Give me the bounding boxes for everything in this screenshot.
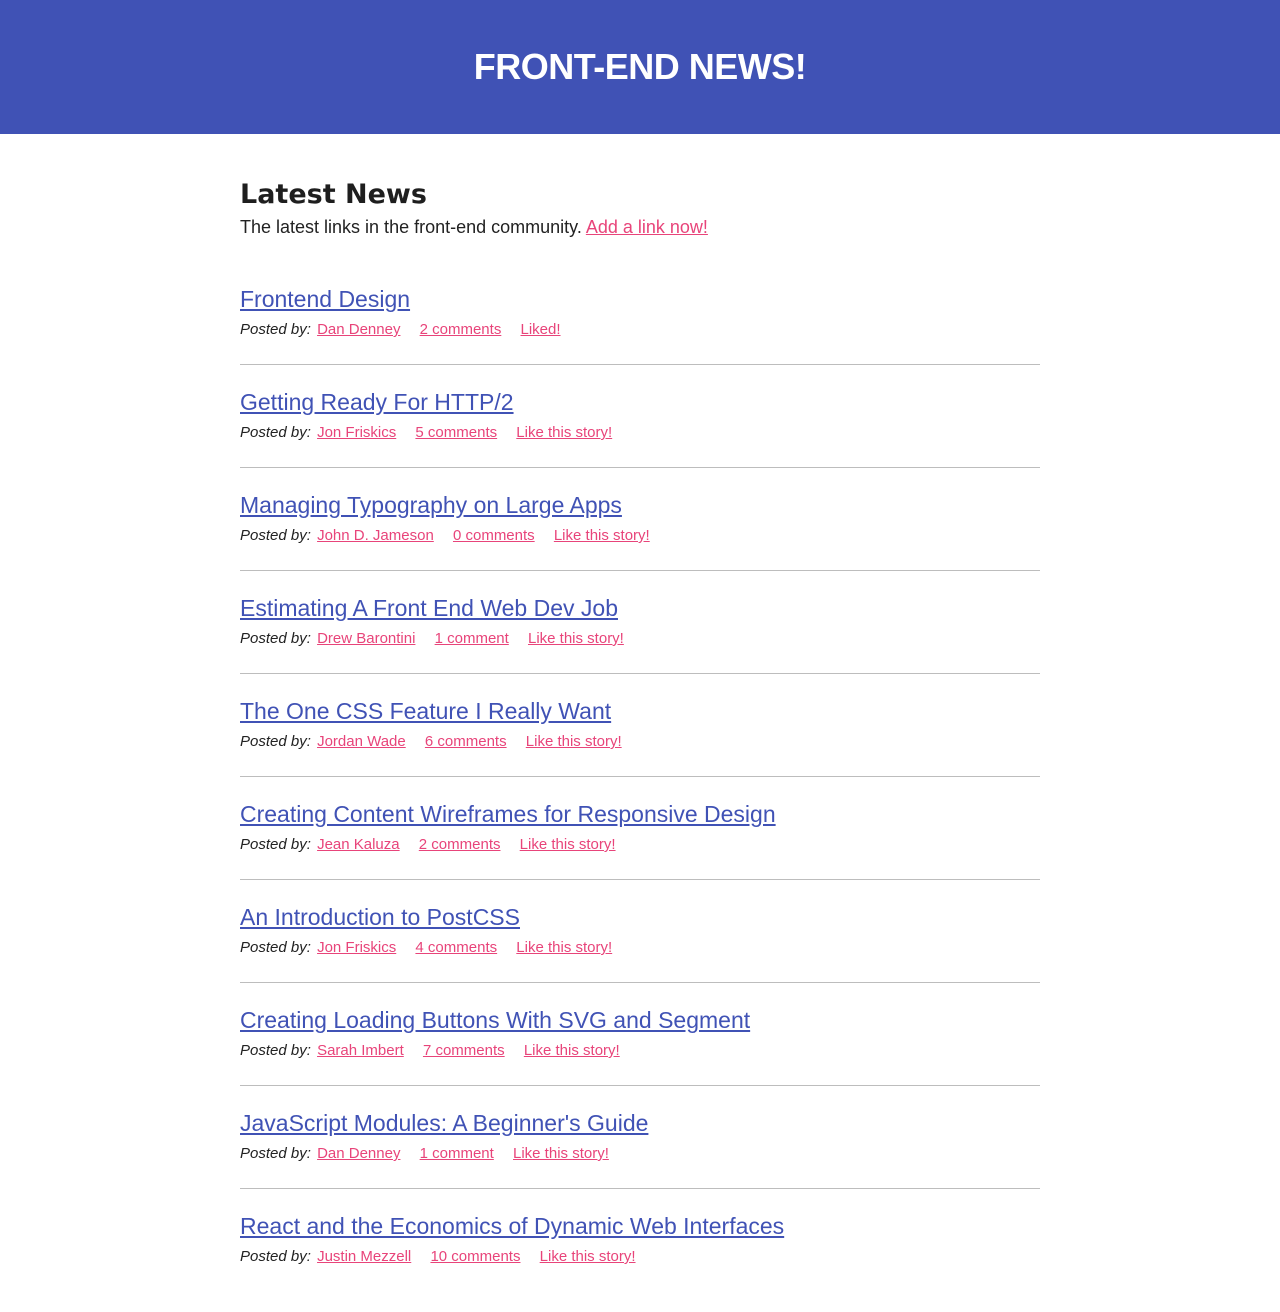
story-title-link[interactable]: Creating Loading Buttons With SVG and Se… <box>240 1005 750 1035</box>
story-title-link[interactable]: An Introduction to PostCSS <box>240 902 520 932</box>
story-meta: Posted by: Sarah Imbert 7 comments Like … <box>240 1041 1040 1061</box>
story-meta: Posted by: Dan Denney 1 comment Like thi… <box>240 1144 1040 1164</box>
story-title-link[interactable]: Managing Typography on Large Apps <box>240 490 622 520</box>
story-meta: Posted by: Justin Mezzell 10 comments Li… <box>240 1247 1040 1267</box>
story-meta: Posted by: Drew Barontini 1 comment Like… <box>240 629 1040 649</box>
section-heading: Latest News <box>240 179 427 210</box>
intro-description: The latest links in the front-end commun… <box>240 217 582 237</box>
comments-link[interactable]: 1 comment <box>435 630 509 647</box>
posted-by-label: Posted by: <box>240 527 311 544</box>
comments-link[interactable]: 0 comments <box>453 527 535 544</box>
story-meta: Posted by: Jon Friskics 4 comments Like … <box>240 938 1040 958</box>
news-item: Managing Typography on Large Apps Posted… <box>240 468 1040 571</box>
main-content: Latest News The latest links in the fron… <box>240 134 1040 1292</box>
like-link[interactable]: Like this story! <box>516 424 612 441</box>
author-link[interactable]: Justin Mezzell <box>317 1248 411 1265</box>
story-title-link[interactable]: Estimating A Front End Web Dev Job <box>240 593 618 623</box>
like-link[interactable]: Like this story! <box>516 939 612 956</box>
comments-link[interactable]: 4 comments <box>415 939 497 956</box>
posted-by-label: Posted by: <box>240 836 311 853</box>
like-link[interactable]: Like this story! <box>540 1248 636 1265</box>
author-link[interactable]: Drew Barontini <box>317 630 415 647</box>
comments-link[interactable]: 7 comments <box>423 1042 505 1059</box>
story-title-link[interactable]: React and the Economics of Dynamic Web I… <box>240 1211 784 1241</box>
news-item: JavaScript Modules: A Beginner's Guide P… <box>240 1086 1040 1189</box>
story-meta: Posted by: John D. Jameson 0 comments Li… <box>240 526 1040 546</box>
comments-link[interactable]: 2 comments <box>420 321 502 338</box>
news-item: Estimating A Front End Web Dev Job Poste… <box>240 571 1040 674</box>
intro-text: The latest links in the front-end commun… <box>240 214 1040 240</box>
story-title-link[interactable]: Getting Ready For HTTP/2 <box>240 387 514 417</box>
author-link[interactable]: Jordan Wade <box>317 733 406 750</box>
site-header: FRONT-END NEWS! <box>0 0 1280 134</box>
like-link[interactable]: Like this story! <box>524 1042 620 1059</box>
author-link[interactable]: Jon Friskics <box>317 939 396 956</box>
news-list: Frontend Design Posted by: Dan Denney 2 … <box>240 284 1040 1292</box>
story-title-link[interactable]: Creating Content Wireframes for Responsi… <box>240 799 776 829</box>
comments-link[interactable]: 10 comments <box>430 1248 520 1265</box>
news-item: React and the Economics of Dynamic Web I… <box>240 1189 1040 1292</box>
posted-by-label: Posted by: <box>240 733 311 750</box>
story-title-link[interactable]: The One CSS Feature I Really Want <box>240 696 611 726</box>
posted-by-label: Posted by: <box>240 1042 311 1059</box>
author-link[interactable]: Jean Kaluza <box>317 836 400 853</box>
posted-by-label: Posted by: <box>240 321 311 338</box>
story-title-link[interactable]: Frontend Design <box>240 284 410 314</box>
story-meta: Posted by: Jordan Wade 6 comments Like t… <box>240 732 1040 752</box>
add-link-button[interactable]: Add a link now! <box>586 217 708 237</box>
like-link[interactable]: Like this story! <box>513 1145 609 1162</box>
author-link[interactable]: Dan Denney <box>317 321 400 338</box>
news-item: Creating Content Wireframes for Responsi… <box>240 777 1040 880</box>
comments-link[interactable]: 2 comments <box>419 836 501 853</box>
like-link[interactable]: Liked! <box>521 321 561 338</box>
comments-link[interactable]: 6 comments <box>425 733 507 750</box>
news-item: Frontend Design Posted by: Dan Denney 2 … <box>240 284 1040 365</box>
news-item: Getting Ready For HTTP/2 Posted by: Jon … <box>240 365 1040 468</box>
author-link[interactable]: Sarah Imbert <box>317 1042 404 1059</box>
like-link[interactable]: Like this story! <box>520 836 616 853</box>
story-meta: Posted by: Dan Denney 2 comments Liked! <box>240 320 1040 340</box>
like-link[interactable]: Like this story! <box>526 733 622 750</box>
comments-link[interactable]: 5 comments <box>415 424 497 441</box>
news-item: The One CSS Feature I Really Want Posted… <box>240 674 1040 777</box>
posted-by-label: Posted by: <box>240 1248 311 1265</box>
author-link[interactable]: Jon Friskics <box>317 424 396 441</box>
like-link[interactable]: Like this story! <box>528 630 624 647</box>
story-meta: Posted by: Jon Friskics 5 comments Like … <box>240 423 1040 443</box>
story-title-link[interactable]: JavaScript Modules: A Beginner's Guide <box>240 1108 648 1138</box>
posted-by-label: Posted by: <box>240 630 311 647</box>
author-link[interactable]: John D. Jameson <box>317 527 434 544</box>
site-title: FRONT-END NEWS! <box>473 46 807 87</box>
comments-link[interactable]: 1 comment <box>420 1145 494 1162</box>
story-meta: Posted by: Jean Kaluza 2 comments Like t… <box>240 835 1040 855</box>
news-item: An Introduction to PostCSS Posted by: Jo… <box>240 880 1040 983</box>
posted-by-label: Posted by: <box>240 1145 311 1162</box>
posted-by-label: Posted by: <box>240 424 311 441</box>
news-item: Creating Loading Buttons With SVG and Se… <box>240 983 1040 1086</box>
author-link[interactable]: Dan Denney <box>317 1145 400 1162</box>
posted-by-label: Posted by: <box>240 939 311 956</box>
like-link[interactable]: Like this story! <box>554 527 650 544</box>
